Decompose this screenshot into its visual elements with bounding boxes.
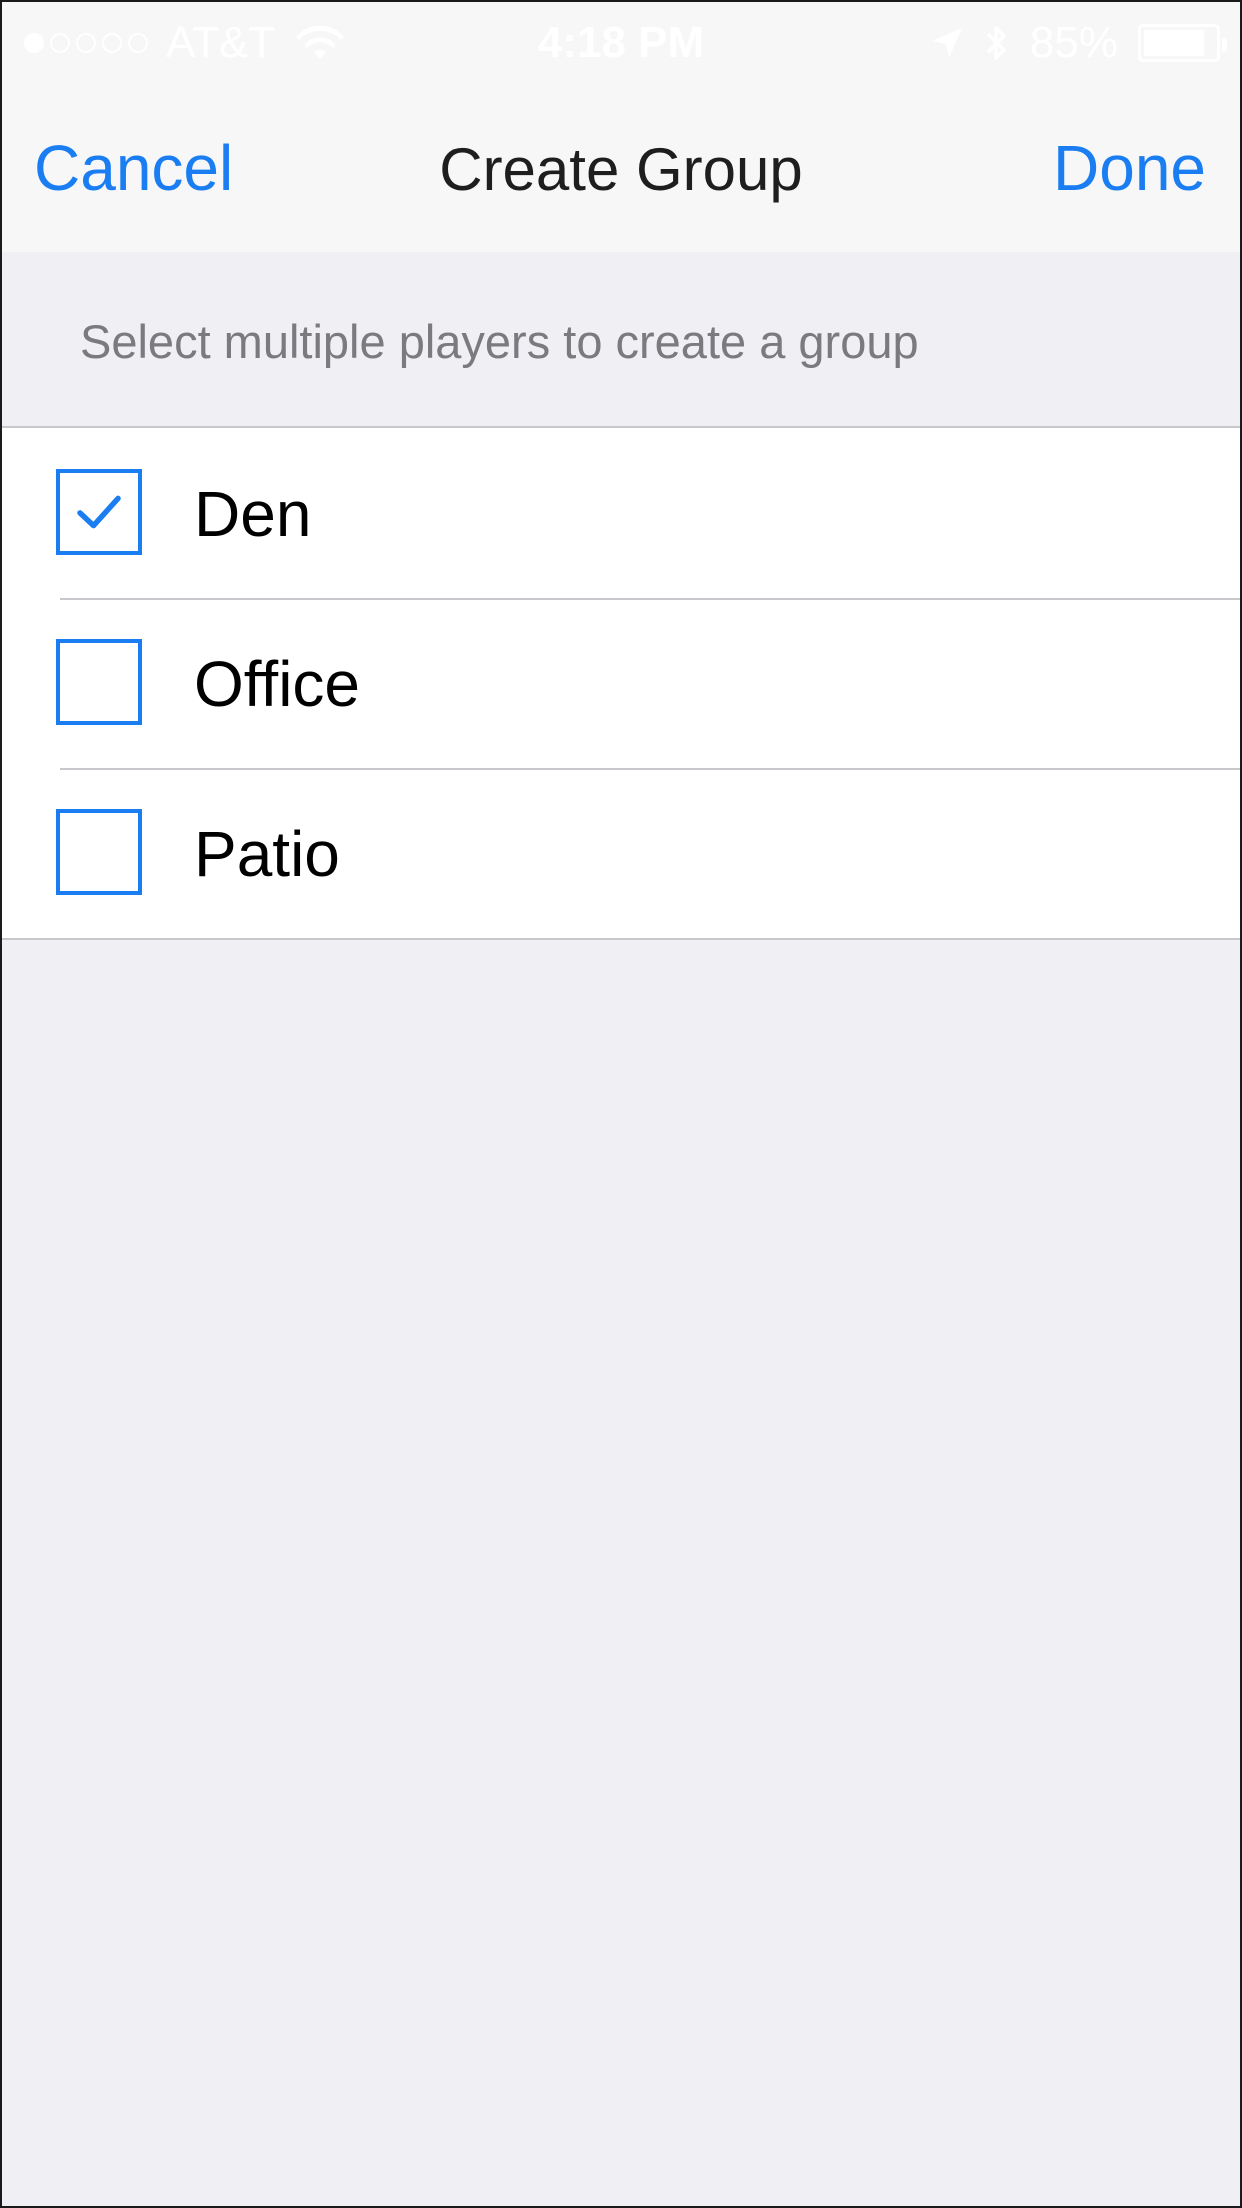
player-list: Den Office Patio — [2, 426, 1240, 940]
battery-percent: 85% — [1029, 18, 1118, 67]
player-row-patio[interactable]: Patio — [2, 768, 1240, 938]
location-arrow-icon — [931, 28, 962, 58]
status-right: 85% — [930, 18, 1227, 68]
player-row-office[interactable]: Office — [2, 598, 1240, 768]
den-checkbox[interactable] — [56, 469, 142, 555]
status-bar: AT&T 4:18 PM 85% — [2, 2, 1240, 84]
navigation-bar: Cancel Create Group Done — [2, 84, 1240, 252]
player-label: Office — [194, 648, 360, 720]
player-label: Den — [194, 478, 312, 550]
office-checkbox[interactable] — [56, 639, 142, 725]
top-bar: AT&T 4:18 PM 85% Cancel Create Group Don… — [2, 2, 1240, 252]
player-label: Patio — [194, 818, 340, 890]
patio-checkbox[interactable] — [56, 809, 142, 895]
bluetooth-icon — [986, 26, 1006, 60]
section-header-text: Select multiple players to create a grou… — [80, 315, 919, 368]
done-button[interactable]: Done — [1053, 132, 1206, 204]
section-header: Select multiple players to create a grou… — [2, 252, 1240, 427]
battery-icon — [1138, 24, 1227, 62]
create-group-screen: AT&T 4:18 PM 85% Cancel Create Group Don… — [0, 0, 1242, 2208]
player-row-den[interactable]: Den — [2, 428, 1240, 598]
checkmark-icon — [77, 495, 121, 529]
